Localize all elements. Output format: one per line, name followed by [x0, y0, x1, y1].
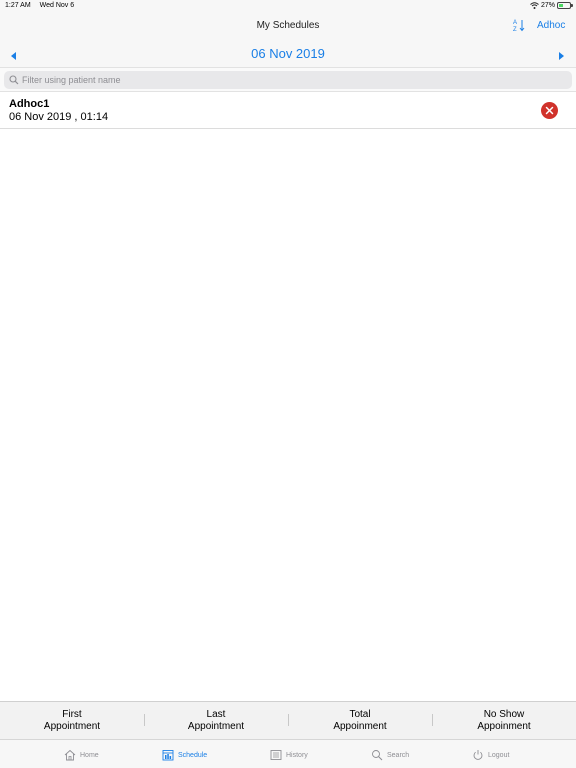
list-item[interactable]: Adhoc1 06 Nov 2019 , 01:14: [0, 92, 576, 129]
appointment-list: Adhoc1 06 Nov 2019 , 01:14: [0, 92, 576, 129]
search-field[interactable]: [4, 71, 572, 89]
summary-label: Total: [349, 709, 371, 720]
search-bar: [0, 67, 576, 92]
first-appointment-summary[interactable]: First Appointment: [0, 702, 144, 739]
power-icon: [473, 750, 483, 760]
navigation-bar: My Schedules A Z Adhoc: [0, 12, 576, 40]
status-time: 1:27 AM: [5, 2, 31, 9]
summary-label: Appoinment: [477, 721, 531, 732]
svg-text:Z: Z: [513, 27, 517, 32]
tab-label: Search: [387, 751, 410, 759]
date-selector: 06 Nov 2019: [0, 40, 576, 67]
tab-history[interactable]: History: [270, 748, 308, 762]
tab-label: Home: [80, 751, 99, 759]
tab-home[interactable]: Home: [64, 748, 99, 762]
summary-label: Appointment: [43, 721, 101, 732]
next-date-button[interactable]: [557, 48, 567, 60]
battery-percent: 27%: [540, 2, 555, 9]
tab-bar: Home Schedule History Search Logout: [0, 739, 576, 768]
remove-appointment-button[interactable]: [541, 102, 558, 119]
status-bar: 1:27 AM Wed Nov 6 27%: [0, 0, 576, 12]
summary-label: Last: [206, 709, 226, 720]
sort-az-button[interactable]: A Z: [512, 18, 528, 34]
search-icon: [9, 75, 19, 85]
tab-label: Schedule: [178, 751, 208, 759]
status-date: Wed Nov 6: [39, 2, 75, 9]
summary-label: Appoinment: [333, 721, 387, 732]
adhoc-button[interactable]: Adhoc: [537, 20, 565, 31]
close-icon: [545, 106, 554, 115]
search-input[interactable]: [22, 73, 562, 87]
tab-label: History: [286, 751, 308, 759]
svg-text:A: A: [513, 20, 517, 26]
tab-search[interactable]: Search: [371, 748, 409, 762]
battery-icon: [557, 2, 573, 9]
appointment-datetime: 06 Nov 2019 , 01:14: [9, 111, 109, 123]
wifi-icon: [530, 2, 539, 9]
selected-date: 06 Nov 2019: [251, 46, 325, 61]
summary-label: Appointment: [187, 721, 245, 732]
tab-label: Logout: [488, 751, 510, 759]
last-appointment-summary[interactable]: Last Appointment: [144, 702, 288, 739]
no-show-appointment-summary[interactable]: No Show Appoinment: [432, 702, 576, 739]
calendar-icon: [162, 750, 174, 761]
patient-name: Adhoc1: [9, 98, 50, 110]
triangle-right-icon: [559, 52, 564, 60]
history-icon: [270, 750, 282, 760]
tab-logout[interactable]: Logout: [472, 748, 509, 762]
summary-label: No Show: [483, 709, 525, 720]
search-icon: [372, 750, 383, 761]
tab-schedule[interactable]: Schedule: [162, 748, 207, 762]
appointment-summary: First Appointment Last Appointment Total…: [0, 701, 576, 739]
sort-az-icon: A Z: [513, 20, 525, 32]
page-title: My Schedules: [256, 20, 320, 31]
summary-label: First: [62, 709, 82, 720]
total-appointment-summary[interactable]: Total Appoinment: [288, 702, 432, 739]
home-icon: [64, 749, 76, 761]
